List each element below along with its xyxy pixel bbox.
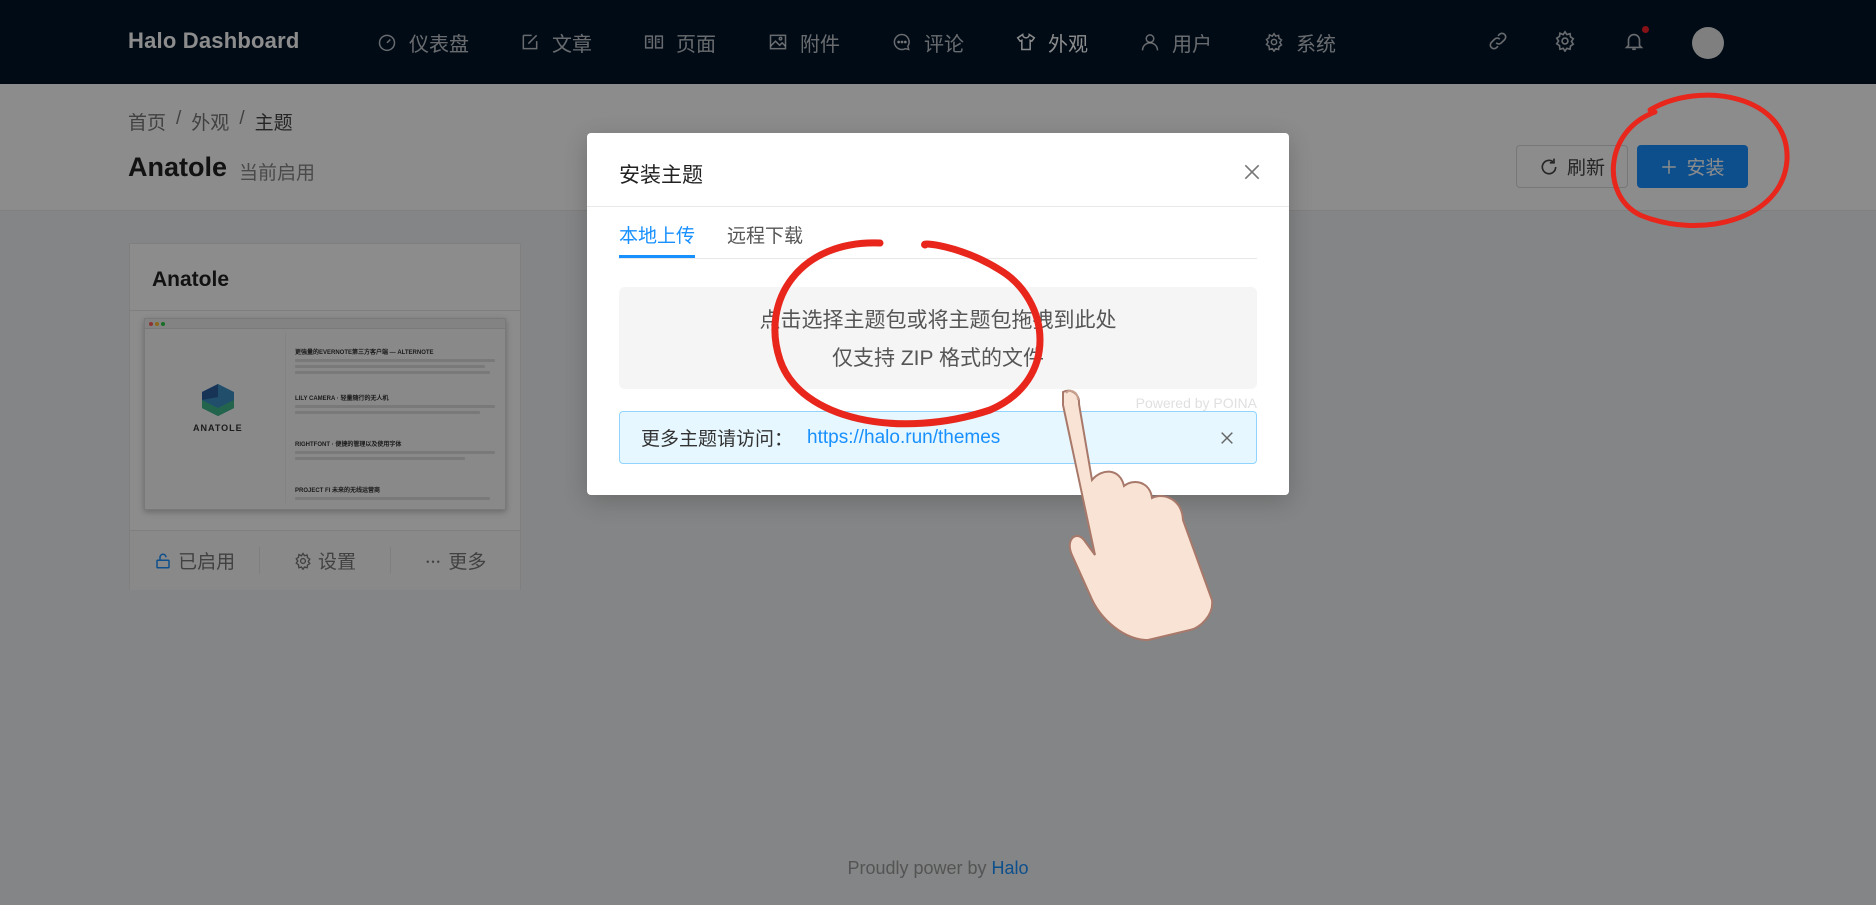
install-tabs: 本地上传 远程下载 xyxy=(619,207,1257,259)
modal-title: 安装主题 xyxy=(619,164,703,187)
alert-close-icon[interactable] xyxy=(1216,427,1238,449)
alert-text: 更多主题请访问： xyxy=(641,429,794,450)
more-themes-alert: 更多主题请访问： https://halo.run/themes xyxy=(619,411,1257,464)
tab-remote-download[interactable]: 远程下载 xyxy=(727,221,803,258)
install-theme-modal: 安装主题 本地上传 远程下载 点击选择主题包或将主题包拖拽到此处 仅支持 ZIP… xyxy=(587,133,1289,495)
upload-hint: 点击选择主题包或将主题包拖拽到此处 xyxy=(759,309,1117,332)
tab-local-upload[interactable]: 本地上传 xyxy=(619,221,696,258)
upload-format-hint: 仅支持 ZIP 格式的文件 xyxy=(832,347,1044,370)
close-icon[interactable] xyxy=(1239,159,1265,185)
powered-by-text: Powered by POINA xyxy=(1135,395,1257,411)
upload-dropzone[interactable]: 点击选择主题包或将主题包拖拽到此处 仅支持 ZIP 格式的文件 xyxy=(619,287,1257,389)
themes-link[interactable]: https://halo.run/themes xyxy=(807,427,1000,449)
